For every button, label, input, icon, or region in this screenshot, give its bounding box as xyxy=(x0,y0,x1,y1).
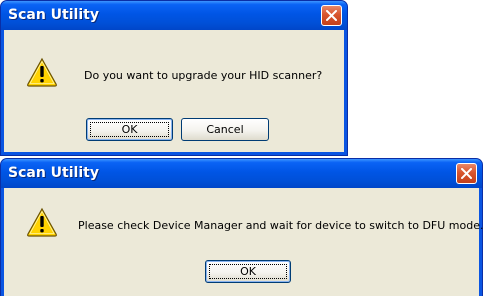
cancel-button[interactable]: Cancel xyxy=(181,118,269,141)
dialog-body: Please check Device Manager and wait for… xyxy=(4,188,483,296)
ok-button-label: OK xyxy=(240,265,256,278)
warning-icon xyxy=(27,207,57,237)
title-bar[interactable]: Scan Utility xyxy=(1,1,347,30)
close-icon xyxy=(326,10,337,21)
close-icon xyxy=(461,168,472,179)
warning-icon xyxy=(27,57,57,87)
ok-button-label: OK xyxy=(121,123,138,136)
dialog-message: Do you want to upgrade your HID scanner? xyxy=(84,69,323,82)
upgrade-confirm-dialog: Scan Utility Do you want to upgrade your… xyxy=(0,0,348,156)
dialog-message: Please check Device Manager and wait for… xyxy=(78,219,483,232)
close-button[interactable] xyxy=(321,5,342,26)
close-button[interactable] xyxy=(456,163,477,184)
ok-button[interactable]: OK xyxy=(86,118,173,141)
dialog-body: Do you want to upgrade your HID scanner?… xyxy=(4,30,344,152)
ok-button[interactable]: OK xyxy=(205,260,291,283)
dialog-title: Scan Utility xyxy=(8,7,99,23)
cancel-button-label: Cancel xyxy=(206,123,244,136)
dialog-title: Scan Utility xyxy=(8,165,99,181)
dfu-mode-dialog: Scan Utility Please check Device Manager… xyxy=(0,158,483,296)
title-bar[interactable]: Scan Utility xyxy=(1,159,482,188)
